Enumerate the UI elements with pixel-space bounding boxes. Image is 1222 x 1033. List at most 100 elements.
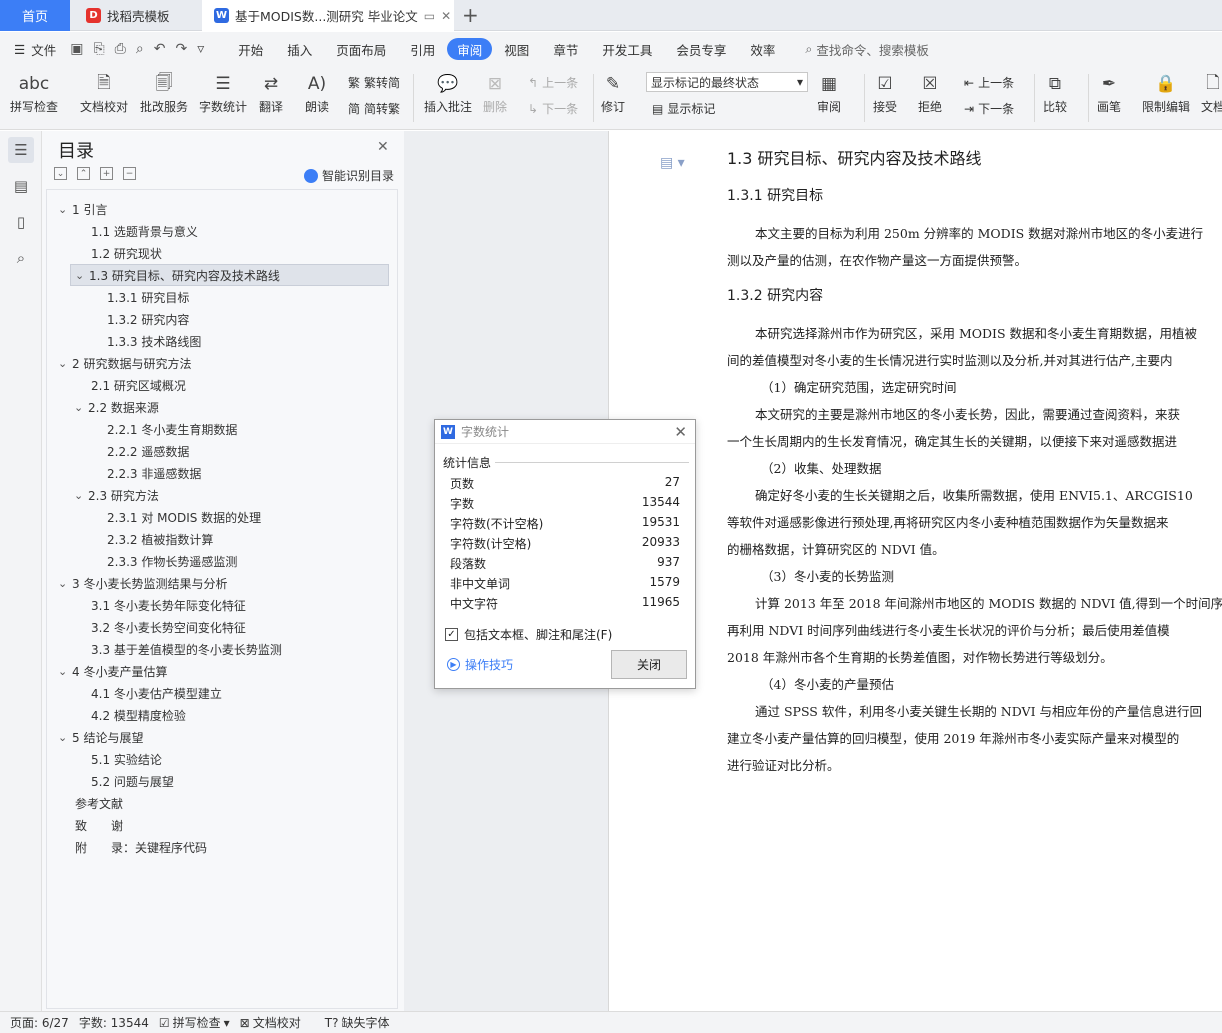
revise-button[interactable]: ✎ 修订 <box>600 70 626 115</box>
doc-permission-button[interactable]: 🗋 文档 <box>1200 70 1222 115</box>
minus-icon[interactable]: − <box>123 167 136 180</box>
undo-icon[interactable]: ↶ <box>154 41 166 57</box>
menu-tab-chapter[interactable]: 章节 <box>541 38 590 60</box>
doc-proof-button[interactable]: 🗎 文档校对 <box>80 70 128 115</box>
menu-tab-member[interactable]: 会员专享 <box>664 38 738 60</box>
toc-item[interactable]: 2.2.3 非遥感数据 <box>107 462 201 484</box>
print-icon[interactable]: ⎙ <box>115 41 126 57</box>
toc-item[interactable]: 参考文献 <box>75 792 123 814</box>
toc-item[interactable]: ⌄ 1 引言 <box>58 198 107 220</box>
file-menu[interactable]: ☰ 文件 <box>14 40 56 59</box>
spell-check-button[interactable]: abc 拼写检查 <box>10 70 58 115</box>
redo-icon[interactable]: ↷ <box>175 41 187 57</box>
review-pane-button[interactable]: ▦ 审阅 <box>816 70 842 115</box>
toc-item[interactable]: 1.1 选题背景与意义 <box>91 220 198 242</box>
menu-tab-insert[interactable]: 插入 <box>275 38 324 60</box>
toc-item[interactable]: 2.3.2 植被指数计算 <box>107 528 213 550</box>
menu-tab-reference[interactable]: 引用 <box>398 38 447 60</box>
toc-panel-icon[interactable]: ☰ <box>8 137 34 163</box>
toc-item[interactable]: ⌄ 5 结论与展望 <box>58 726 143 748</box>
reject-button[interactable]: ☒ 拒绝 <box>917 70 943 115</box>
menu-tab-developer[interactable]: 开发工具 <box>590 38 664 60</box>
toc-item[interactable]: 1.3.1 研究目标 <box>107 286 189 308</box>
toc-item[interactable]: 1.3.3 技术路线图 <box>107 330 201 352</box>
toc-item[interactable]: 1.3.2 研究内容 <box>107 308 189 330</box>
include-textbox-checkbox[interactable]: ✓ 包括文本框、脚注和尾注(F) <box>445 626 612 643</box>
tab-home[interactable]: 首页 <box>0 0 70 31</box>
chevron-down-icon: ▾ <box>796 75 803 89</box>
monitor-icon[interactable]: ▭ <box>424 9 435 23</box>
menu-tab-layout[interactable]: 页面布局 <box>324 38 398 60</box>
toc-item[interactable]: ⌄ 3 冬小麦长势监测结果与分析 <box>58 572 227 594</box>
toc-item[interactable]: 2.3.3 作物长势遥感监测 <box>107 550 237 572</box>
menu-tab-efficiency[interactable]: 效率 <box>738 38 787 60</box>
restrict-edit-button[interactable]: 🔒 限制编辑 <box>1142 70 1190 115</box>
new-tab-icon[interactable]: + <box>462 3 479 27</box>
compare-button[interactable]: ⧉ 比较 <box>1042 70 1068 115</box>
close-button[interactable]: 关闭 <box>611 650 687 679</box>
toc-item[interactable]: 3.1 冬小麦长势年际变化特征 <box>91 594 246 616</box>
insert-comment-button[interactable]: 💬 插入批注 <box>424 70 472 115</box>
close-tab-icon[interactable]: ✕ <box>441 9 451 23</box>
word-count-button[interactable]: ☰ 字数统计 <box>199 70 247 115</box>
prev-comment-button[interactable]: ↰ 上一条 <box>528 74 578 91</box>
save-icon[interactable]: ▣ <box>70 41 83 57</box>
toc-item[interactable]: 5.2 问题与展望 <box>91 770 174 792</box>
toc-item[interactable]: ⌄ 2 研究数据与研究方法 <box>58 352 191 374</box>
toc-item[interactable]: 3.2 冬小麦长势空间变化特征 <box>91 616 246 638</box>
simp-to-trad-button[interactable]: 简 简转繁 <box>348 100 400 117</box>
toc-item[interactable]: 4.1 冬小麦估产模型建立 <box>91 682 222 704</box>
toc-item[interactable]: 致 谢 <box>75 814 123 836</box>
page-menu-icon[interactable]: ▤ ▾ <box>660 155 685 171</box>
toc-item[interactable]: 2.2.2 遥感数据 <box>107 440 189 462</box>
word-count-indicator[interactable]: 字数: 13544 <box>79 1014 149 1031</box>
delete-comment-button[interactable]: ⊠ 删除 <box>482 70 508 115</box>
toc-item-selected[interactable]: ⌄ 1.3 研究目标、研究内容及技术路线 <box>70 264 389 286</box>
tips-link[interactable]: ▶ 操作技巧 <box>447 656 513 673</box>
prev-change-button[interactable]: ⇤ 上一条 <box>964 74 1014 91</box>
toc-item[interactable]: 2.1 研究区域概况 <box>91 374 186 396</box>
expand-down-icon[interactable]: ⌄ <box>54 167 67 180</box>
tab-docer-templates[interactable]: D 找稻壳模板 <box>74 0 198 31</box>
read-aloud-button[interactable]: A) 朗读 <box>304 70 330 115</box>
export-icon[interactable]: ⎘ <box>93 41 104 57</box>
menu-tab-view[interactable]: 视图 <box>492 38 541 60</box>
toc-item[interactable]: ⌄ 2.3 研究方法 <box>74 484 159 506</box>
pen-button[interactable]: ✒ 画笔 <box>1096 70 1122 115</box>
print-preview-icon[interactable]: ⌕ <box>136 41 144 57</box>
smart-toc-button[interactable]: 智能识别目录 <box>304 167 394 184</box>
markup-state-select[interactable]: 显示标记的最终状态 ▾ <box>646 72 808 92</box>
command-search[interactable]: ⌕ 查找命令、搜索模板 <box>805 40 929 59</box>
toc-item[interactable]: 1.2 研究现状 <box>91 242 162 264</box>
tab-document[interactable]: W 基于MODIS数...测研究 毕业论文 ▭ ✕ <box>202 0 454 31</box>
translate-button[interactable]: ⇄ 翻译 <box>258 70 284 115</box>
trad-to-simp-button[interactable]: 繁 繁转简 <box>348 74 400 91</box>
next-change-button[interactable]: ⇥ 下一条 <box>964 100 1014 117</box>
batch-service-button[interactable]: 🗐 批改服务 <box>140 70 188 115</box>
accept-button[interactable]: ☑ 接受 <box>872 70 898 115</box>
toc-item[interactable]: 附 录：关键程序代码 <box>75 836 207 858</box>
menu-tab-start[interactable]: 开始 <box>226 38 275 60</box>
close-icon[interactable]: ✕ <box>674 423 687 441</box>
toc-item[interactable]: 4.2 模型精度检验 <box>91 704 186 726</box>
bookmark-icon[interactable]: ▯ <box>8 209 34 235</box>
doc-proof-status[interactable]: ⊠ 文档校对 <box>240 1014 301 1031</box>
toc-item[interactable]: ⌄ 2.2 数据来源 <box>74 396 159 418</box>
toc-item[interactable]: 2.3.1 对 MODIS 数据的处理 <box>107 506 261 528</box>
collapse-up-icon[interactable]: ⌃ <box>77 167 90 180</box>
plus-icon[interactable]: + <box>100 167 113 180</box>
search-icon[interactable]: ⌕ <box>8 245 34 271</box>
menu-tab-review[interactable]: 审阅 <box>447 38 493 60</box>
chapter-nav-icon[interactable]: ▤ <box>8 173 34 199</box>
missing-font-status[interactable]: T? 缺失字体 <box>325 1014 390 1031</box>
toc-item[interactable]: 5.1 实验结论 <box>91 748 162 770</box>
spell-check-status[interactable]: ☑ 拼写检查 ▾ <box>159 1014 230 1031</box>
toc-item[interactable]: ⌄ 4 冬小麦产量估算 <box>58 660 167 682</box>
close-icon[interactable]: ✕ <box>377 139 389 155</box>
page-indicator[interactable]: 页面: 6/27 <box>10 1014 69 1031</box>
toc-item[interactable]: 2.2.1 冬小麦生育期数据 <box>107 418 237 440</box>
next-comment-button[interactable]: ↳ 下一条 <box>528 100 578 117</box>
toc-item[interactable]: 3.3 基于差值模型的冬小麦长势监测 <box>91 638 282 660</box>
show-markup-button[interactable]: ▤ 显示标记 <box>652 100 715 117</box>
more-icon[interactable]: ▿ <box>197 41 204 57</box>
